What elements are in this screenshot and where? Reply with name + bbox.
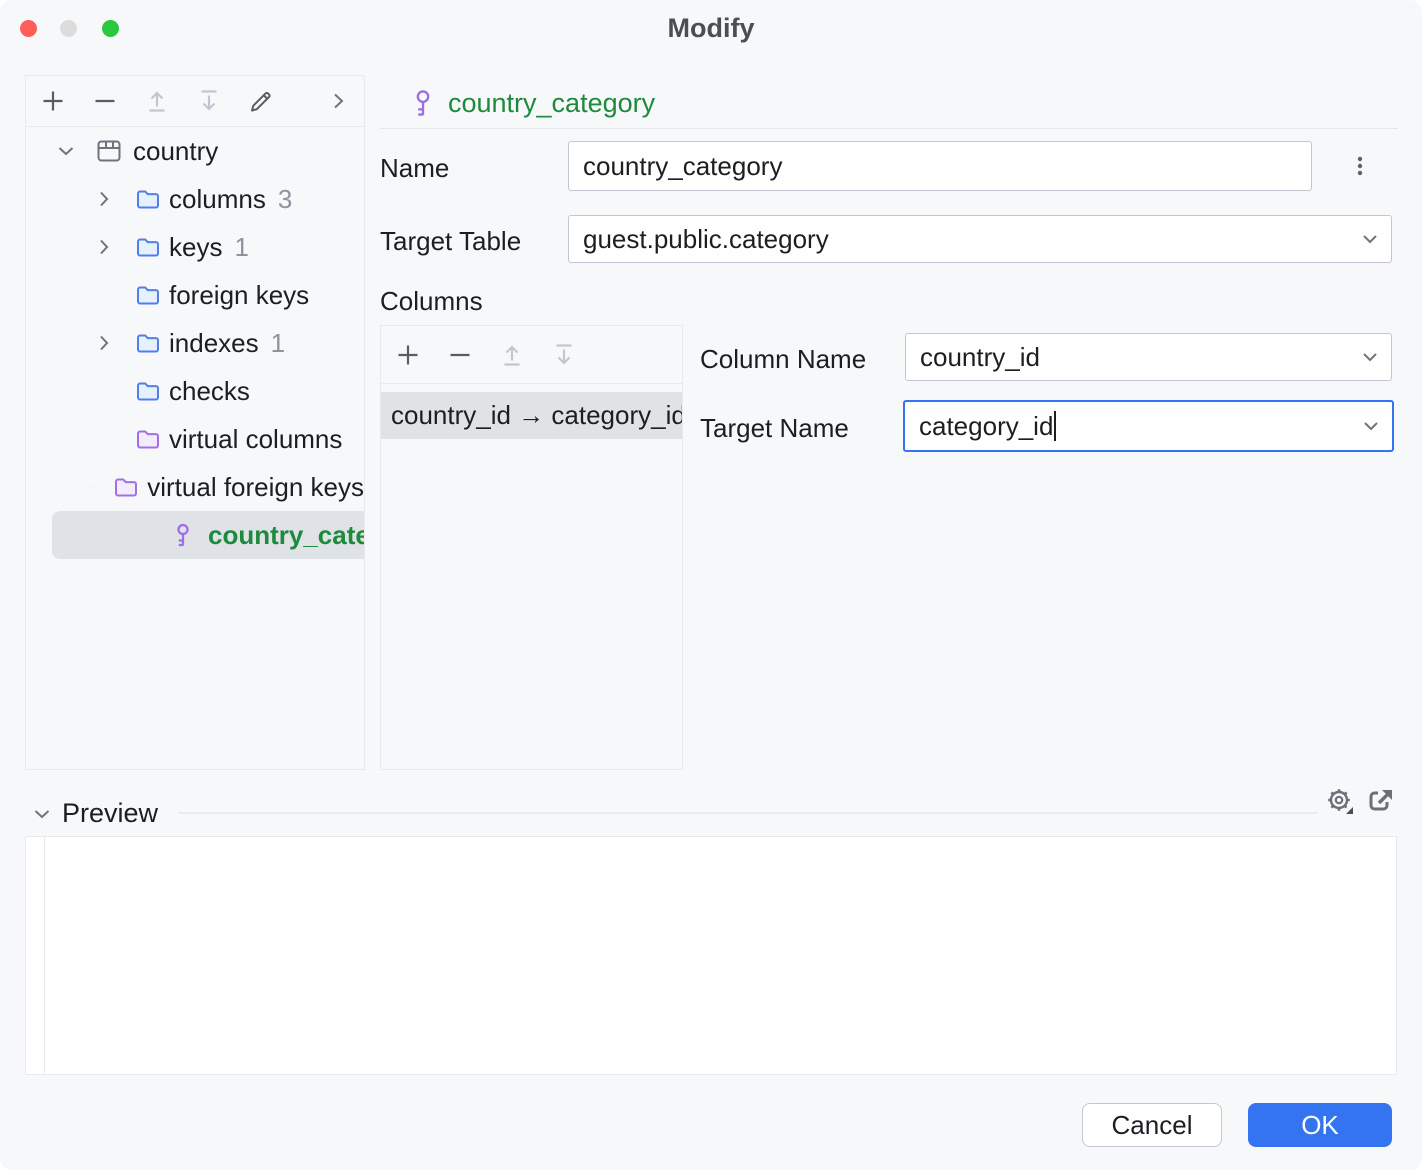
move-up-icon[interactable] <box>498 341 526 369</box>
tree-item-label: columns <box>169 184 266 215</box>
tree-item-label: country <box>133 136 218 167</box>
tree-item-label: virtual foreign keys <box>147 472 364 503</box>
column-name-select[interactable]: country_id <box>905 333 1392 381</box>
structure-tree-panel: country columns 3 keys 1 <box>25 75 365 770</box>
columns-section-label: Columns <box>380 286 483 317</box>
kebab-menu-icon[interactable] <box>1346 152 1374 180</box>
folder-icon <box>135 234 161 260</box>
chevron-down-icon <box>1359 228 1381 250</box>
target-name-select[interactable]: category_id <box>903 400 1394 452</box>
tree-item-columns[interactable]: columns 3 <box>26 175 364 223</box>
chevron-right-icon[interactable] <box>92 331 116 355</box>
modify-dialog: Modify <box>0 0 1422 1170</box>
window-title: Modify <box>0 13 1422 44</box>
item-count: 1 <box>234 232 248 263</box>
tree-item-indexes[interactable]: indexes 1 <box>26 319 364 367</box>
preview-label[interactable]: Preview <box>62 798 158 829</box>
folder-icon <box>135 282 161 308</box>
tree-item-virtual-columns[interactable]: virtual columns <box>26 415 364 463</box>
ok-button[interactable]: OK <box>1248 1103 1392 1147</box>
preview-divider <box>178 812 1318 814</box>
columns-toolbar <box>381 326 682 384</box>
chevron-right-icon[interactable] <box>92 235 116 259</box>
name-label: Name <box>380 153 449 184</box>
chevron-right-icon[interactable] <box>92 187 116 211</box>
target-table-label: Target Table <box>380 226 521 257</box>
target-table-value: guest.public.category <box>583 224 829 255</box>
preview-gutter-line <box>44 837 45 1074</box>
tree-item-foreign-keys[interactable]: foreign keys <box>26 271 364 319</box>
add-icon[interactable] <box>39 87 67 115</box>
tree-item-keys[interactable]: keys 1 <box>26 223 364 271</box>
folder-icon <box>135 330 161 356</box>
chevron-down-icon[interactable] <box>54 139 78 163</box>
tree-item-label: foreign keys <box>169 280 309 311</box>
object-title: country_category <box>448 88 655 119</box>
tree-item-label: country_category <box>208 520 365 551</box>
open-in-window-icon[interactable] <box>1366 786 1396 816</box>
tree-item-label: virtual columns <box>169 424 342 455</box>
column-name-value: country_id <box>920 342 1040 373</box>
tree-item-label: keys <box>169 232 222 263</box>
folder-icon <box>113 474 139 500</box>
tree-item-label: indexes <box>169 328 259 359</box>
header-divider <box>380 128 1398 129</box>
cancel-button[interactable]: Cancel <box>1082 1103 1222 1147</box>
move-up-icon[interactable] <box>143 87 171 115</box>
tree-rows: country columns 3 keys 1 <box>26 127 364 559</box>
name-input[interactable]: country_category <box>568 141 1312 191</box>
tree-toolbar <box>26 76 364 127</box>
chevron-down-icon <box>1360 415 1382 437</box>
tree-item-country-category[interactable]: country_category <box>52 511 364 559</box>
key-icon <box>408 88 438 118</box>
tree-item-label: checks <box>169 376 250 407</box>
edit-icon[interactable] <box>247 87 275 115</box>
target-name-label: Target Name <box>700 413 849 444</box>
item-count: 1 <box>271 328 285 359</box>
target-name-value: category_id <box>919 411 1053 442</box>
column-mapping-row[interactable]: country_id → category_id <box>381 392 682 439</box>
move-down-icon[interactable] <box>195 87 223 115</box>
title-bar: Modify <box>0 0 1422 56</box>
expand-toolbar-icon[interactable] <box>324 87 352 115</box>
tree-item-virtual-foreign-keys[interactable]: virtual foreign keys <box>26 463 364 511</box>
item-count: 3 <box>278 184 292 215</box>
remove-icon[interactable] <box>446 341 474 369</box>
key-icon <box>170 522 196 548</box>
text-cursor <box>1054 411 1056 441</box>
chevron-down-icon <box>1359 346 1381 368</box>
folder-icon <box>135 378 161 404</box>
remove-icon[interactable] <box>91 87 119 115</box>
column-name-label: Column Name <box>700 344 866 375</box>
table-icon <box>96 138 122 164</box>
name-input-value: country_category <box>583 151 782 182</box>
tree-item-country[interactable]: country <box>26 127 364 175</box>
preview-panel[interactable] <box>25 836 1397 1075</box>
chevron-down-icon[interactable] <box>92 475 94 499</box>
folder-icon <box>135 426 161 452</box>
move-down-icon[interactable] <box>550 341 578 369</box>
folder-icon <box>135 186 161 212</box>
preview-collapse-icon[interactable] <box>30 802 54 826</box>
columns-list-panel: country_id → category_id <box>380 325 683 770</box>
add-icon[interactable] <box>394 341 422 369</box>
target-table-select[interactable]: guest.public.category <box>568 215 1392 263</box>
settings-gear-icon[interactable] <box>1325 786 1355 816</box>
tree-item-checks[interactable]: checks <box>26 367 364 415</box>
